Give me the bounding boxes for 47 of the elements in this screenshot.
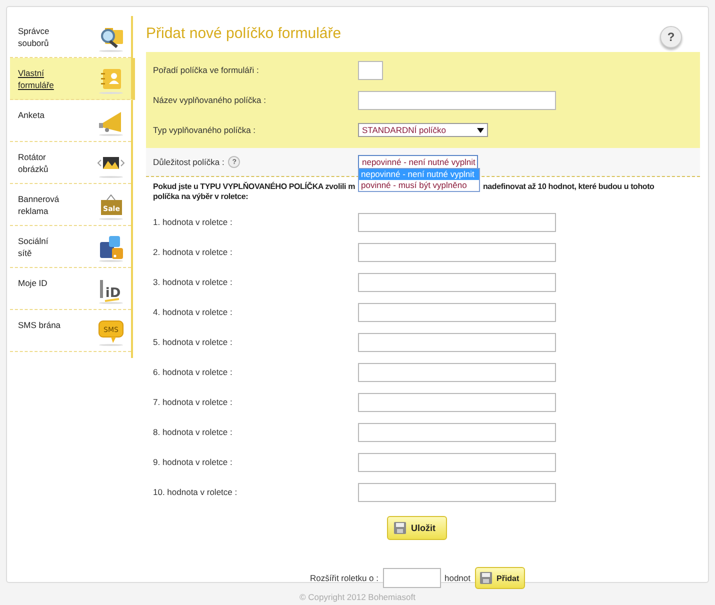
sidebar-item[interactable]: Anketa (10, 100, 131, 142)
input-field[interactable] (358, 482, 556, 502)
sidebar-item[interactable]: Rotátor obrázků (10, 142, 131, 184)
dropdown-option[interactable]: povinné - musí být vyplněno (359, 180, 479, 191)
field-label: 6. hodnota v roletce : (153, 367, 232, 377)
field-label: 4. hodnota v roletce : (153, 307, 232, 317)
add-button[interactable]: Přidat (474, 567, 524, 589)
save-button[interactable]: Uložit (387, 516, 447, 540)
note-text: políčka na výběr v roletce: (153, 192, 250, 202)
input-field[interactable] (358, 302, 556, 322)
dropdown[interactable]: nepovinné - není nutné vyplnit (358, 155, 478, 169)
field-label: 8. hodnota v roletce : (153, 427, 232, 437)
input-field[interactable] (358, 452, 556, 472)
sidebar-item[interactable]: Moje ID iD (10, 268, 131, 310)
sidebar-item[interactable]: Sociální sítě (10, 226, 131, 268)
input-field[interactable] (358, 422, 556, 442)
sidebar-item[interactable]: Vlastní formuláře (10, 58, 135, 100)
field-label: 9. hodnota v roletce : (153, 457, 232, 467)
input-field[interactable] (358, 392, 556, 412)
count-field[interactable] (382, 568, 440, 588)
input-field[interactable] (358, 272, 556, 292)
field-label: 7. hodnota v roletce : (153, 397, 232, 407)
dropdown[interactable]: STANDARDNÍ políčko (358, 123, 488, 137)
field-label: 1. hodnota v roletce : (153, 217, 232, 227)
field-label: 5. hodnota v roletce : (153, 337, 232, 347)
field-label: Důležitost políčka : (153, 157, 224, 167)
field-label: Typ vyplňovaného políčka : (153, 125, 256, 135)
input-field[interactable] (358, 90, 556, 110)
input-field[interactable] (358, 362, 556, 382)
field-label: 3. hodnota v roletce : (153, 277, 232, 287)
unit-label: hodnot (444, 573, 470, 583)
field-label: 2. hodnota v roletce : (153, 247, 232, 257)
input-field[interactable] (358, 212, 556, 232)
page-title: Přidat nové políčko formuláře (146, 25, 342, 42)
help-icon[interactable]: ? (660, 26, 682, 48)
note-text: nadefinovat až 10 hodnot, které budou u tohoto (483, 182, 654, 192)
input-field[interactable] (358, 242, 556, 262)
field-label: Pořadí políčka ve formuláři : (153, 65, 259, 75)
field-label: Název vyplňovaného políčka : (153, 95, 266, 105)
input-field[interactable] (358, 332, 556, 352)
input-field[interactable] (358, 60, 383, 80)
note-text: Pokud jste u TYPU VYPLŇOVANÉHO POLÍČKA zvolili m (153, 182, 355, 192)
copyright-text: © Copyright 2012 Bohemiasoft (298, 592, 416, 602)
social-media-icon (97, 233, 125, 263)
field-label: 10. hodnota v roletce : (153, 487, 238, 497)
extend-label: Rozšířit roletku o : (310, 573, 378, 583)
caret-icon (477, 128, 484, 132)
